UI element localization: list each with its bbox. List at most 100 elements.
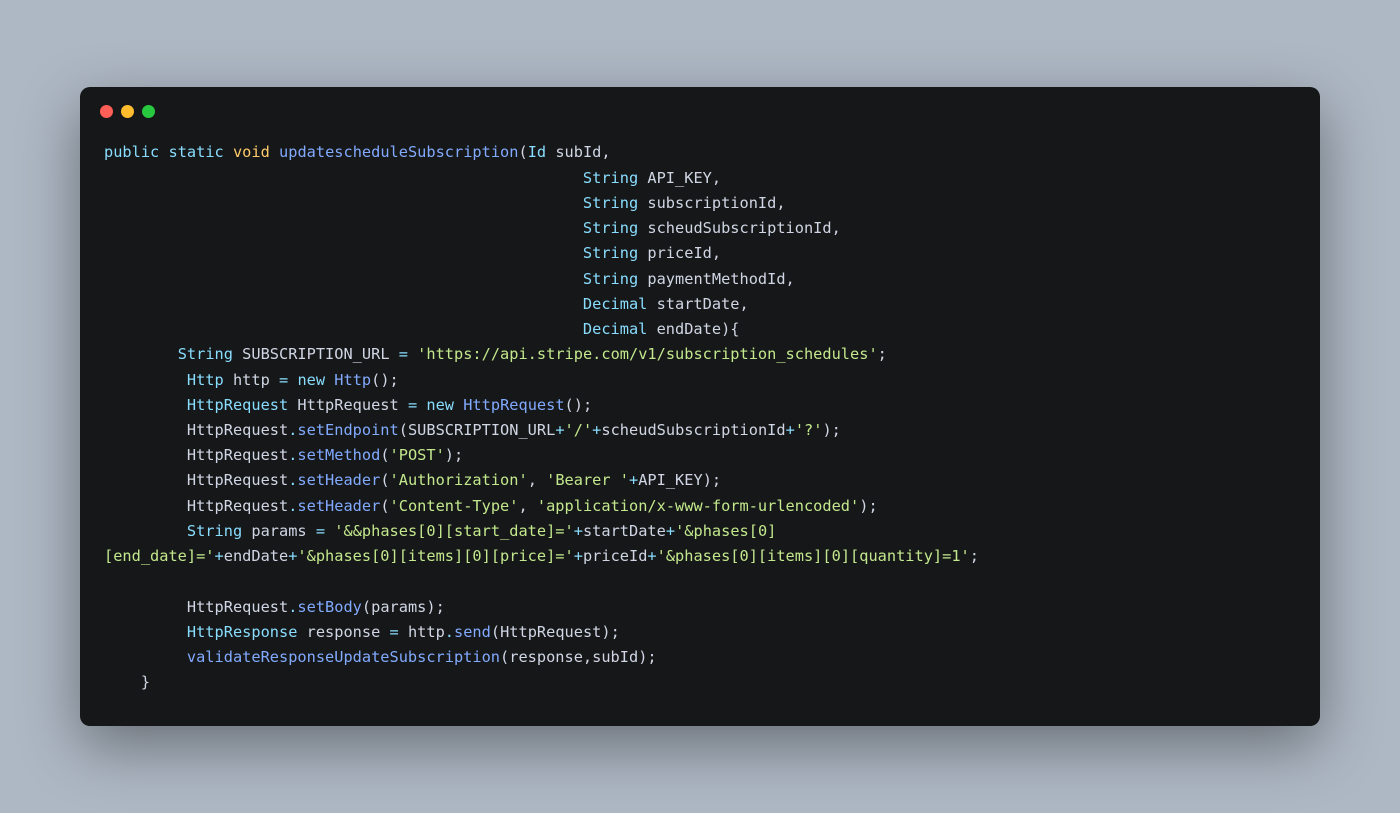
indent [104, 623, 187, 641]
keyword-void: void [233, 143, 270, 161]
paren-open: ( [399, 421, 408, 439]
comma: , [601, 143, 610, 161]
string-enddate: [end_date]=' [104, 547, 215, 565]
plus: + [592, 421, 601, 439]
type-string: String [583, 194, 638, 212]
param-enddate: endDate [657, 320, 721, 338]
type-string: String [187, 522, 242, 540]
type-httprequest: HttpRequest [187, 396, 288, 414]
string-url: 'https://api.stripe.com/v1/subscription_… [417, 345, 877, 363]
minimize-icon[interactable] [121, 105, 134, 118]
type-http: Http [187, 371, 224, 389]
method-setendpoint: setEndpoint [297, 421, 398, 439]
param-priceid: priceId [647, 244, 711, 262]
arg-priceid: priceId [583, 547, 647, 565]
code-window: public static void updatescheduleSubscri… [80, 87, 1320, 725]
fn-validateresponse: validateResponseUpdateSubscription [187, 648, 500, 666]
type-string: String [583, 270, 638, 288]
plus: + [555, 421, 564, 439]
obj-httprequest: HttpRequest [187, 471, 288, 489]
paren-close: ); [822, 421, 840, 439]
paren-open: ( [491, 623, 500, 641]
paren-open: ( [380, 446, 389, 464]
code-content[interactable]: public static void updatescheduleSubscri… [80, 126, 1320, 725]
param-subid: subId [555, 143, 601, 161]
var-httprequest: HttpRequest [297, 396, 398, 414]
string-quantity: '&phases[0][items][0][quantity]=1' [657, 547, 970, 565]
var-params: params [251, 522, 306, 540]
string-urlencoded: 'application/x-www-form-urlencoded' [537, 497, 859, 515]
string-authorization: 'Authorization' [390, 471, 528, 489]
paren-close: ); [859, 497, 877, 515]
param-apikey: API_KEY [647, 169, 711, 187]
keyword-new: new [297, 371, 325, 389]
arg-apikey: API_KEY [638, 471, 702, 489]
close-icon[interactable] [100, 105, 113, 118]
method-setbody: setBody [297, 598, 361, 616]
string-contenttype: 'Content-Type' [390, 497, 519, 515]
comma: , [528, 471, 546, 489]
dot: . [445, 623, 454, 641]
plus: + [215, 547, 224, 565]
indent [104, 497, 187, 515]
paren-open: ( [380, 497, 389, 515]
type-string: String [583, 244, 638, 262]
arg-enddate: endDate [224, 547, 288, 565]
brace-open: { [730, 320, 739, 338]
string-startdate: '&&phases[0][start_date]=' [334, 522, 573, 540]
indent [104, 270, 583, 288]
var-http: http [233, 371, 270, 389]
indent [104, 673, 141, 691]
indent [104, 471, 187, 489]
ctor-httprequest: HttpRequest [454, 396, 565, 414]
indent [104, 345, 178, 363]
indent [104, 648, 187, 666]
arg-subscriptionurl: SUBSCRIPTION_URL [408, 421, 555, 439]
keyword-public: public [104, 143, 159, 161]
type-httpresponse: HttpResponse [187, 623, 298, 641]
indent [104, 371, 187, 389]
paren-close: ) [721, 320, 730, 338]
comma: , [712, 169, 721, 187]
plus: + [574, 547, 583, 565]
indent [104, 244, 583, 262]
indent [104, 446, 187, 464]
string-post: 'POST' [390, 446, 445, 464]
indent [104, 320, 583, 338]
param-subscriptionid: subscriptionId [647, 194, 776, 212]
method-setheader: setHeader [297, 497, 380, 515]
comma: , [786, 270, 795, 288]
equals: = [390, 345, 418, 363]
plus: + [786, 421, 795, 439]
indent [104, 295, 583, 313]
semi: ; [878, 345, 887, 363]
plus: + [647, 547, 656, 565]
arg-response: response [509, 648, 583, 666]
comma: , [518, 497, 536, 515]
maximize-icon[interactable] [142, 105, 155, 118]
type-string: String [178, 345, 233, 363]
type-id: Id [528, 143, 546, 161]
paren-open: ( [500, 648, 509, 666]
obj-httprequest: HttpRequest [187, 497, 288, 515]
parens: (); [565, 396, 593, 414]
semi: ; [970, 547, 979, 565]
indent [104, 421, 187, 439]
obj-httprequest: HttpRequest [187, 446, 288, 464]
arg-scheudsubscriptionid: scheudSubscriptionId [601, 421, 785, 439]
comma: , [776, 194, 785, 212]
type-decimal: Decimal [583, 295, 647, 313]
var-response: response [307, 623, 381, 641]
type-string: String [583, 169, 638, 187]
plus: + [629, 471, 638, 489]
string-price: '&phases[0][items][0][price]=' [297, 547, 573, 565]
paren-close: ); [426, 598, 444, 616]
arg-params: params [371, 598, 426, 616]
arg-httprequest: HttpRequest [500, 623, 601, 641]
indent [104, 169, 583, 187]
string-bearer: 'Bearer ' [546, 471, 629, 489]
keyword-new: new [426, 396, 454, 414]
paren-close: ); [601, 623, 619, 641]
ctor-http: Http [325, 371, 371, 389]
arg-subid: subId [592, 648, 638, 666]
